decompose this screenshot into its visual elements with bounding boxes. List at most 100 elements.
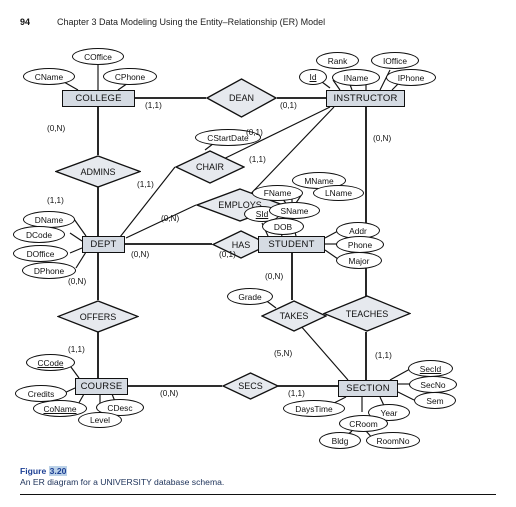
- attribute-label: CPhone: [114, 71, 146, 82]
- cardinality-value: (0,N): [47, 124, 66, 133]
- attribute-phone[interactable]: Phone: [336, 236, 384, 253]
- attribute-label: IOffice: [382, 55, 408, 66]
- attribute-fname[interactable]: FName: [252, 185, 303, 201]
- attribute-label: Bldg: [331, 435, 349, 446]
- attribute-label: Rank: [327, 55, 348, 66]
- attribute-sem[interactable]: Sem: [414, 392, 456, 409]
- attribute-label: Phone: [347, 239, 373, 250]
- cardinality-dept-offers: (0,N): [68, 277, 86, 286]
- figure-caption: Figure 3.20 An ER diagram for a UNIVERSI…: [20, 466, 224, 487]
- cardinality-value: (1,1): [249, 155, 266, 164]
- cardinality-dean-instructor: (0,1): [280, 101, 297, 110]
- cardinality-value: (1,1): [47, 196, 64, 205]
- cardinality-value: (0,N): [131, 250, 150, 259]
- entity-label: COLLEGE: [75, 93, 122, 104]
- cardinality-instructor-teaches: (0,N): [373, 134, 391, 143]
- attribute-label: LName: [325, 188, 352, 198]
- attribute-doffice[interactable]: DOffice: [13, 245, 68, 262]
- attribute-secno[interactable]: SecNo: [409, 376, 457, 393]
- diagram-connector-lines: [61, 62, 415, 442]
- attribute-coname[interactable]: CoName: [33, 400, 87, 417]
- attribute-coffice[interactable]: COffice: [72, 48, 124, 65]
- attribute-major[interactable]: Major: [336, 252, 382, 269]
- attribute-daystime[interactable]: DaysTime: [283, 400, 345, 417]
- attribute-label: DCode: [25, 229, 53, 240]
- attribute-ccode[interactable]: CCode: [26, 354, 75, 371]
- attribute-sname[interactable]: SName: [269, 202, 320, 219]
- cardinality-value: (5,N): [274, 349, 293, 358]
- attribute-label: DaysTime: [295, 403, 333, 414]
- attribute-dob[interactable]: DOB: [262, 218, 304, 235]
- attribute-label: MName: [304, 175, 334, 186]
- attribute-label: Level: [89, 415, 111, 425]
- attribute-label: Sem: [426, 395, 444, 406]
- attribute-label: DOffice: [26, 248, 55, 259]
- cardinality-value: (0,N): [161, 214, 180, 223]
- attribute-label: COffice: [84, 51, 112, 62]
- attribute-secid[interactable]: SecId: [408, 360, 453, 377]
- attribute-label: Year: [380, 407, 398, 418]
- cardinality-offers-course: (1,1): [68, 345, 85, 354]
- attribute-croom[interactable]: CRoom: [339, 415, 388, 432]
- attribute-bldg[interactable]: Bldg: [319, 432, 361, 449]
- er-diagram-page: 94 Chapter 3 Data Modeling Using the Ent…: [0, 0, 516, 507]
- cardinality-has-student: (0,1): [219, 250, 236, 259]
- cardinality-teaches-section: (1,1): [375, 351, 392, 360]
- attribute-label: DPhone: [33, 265, 65, 276]
- entity-dept[interactable]: DEPT: [82, 236, 125, 253]
- attribute-label: SecNo: [420, 379, 446, 390]
- attribute-rank[interactable]: Rank: [316, 52, 359, 69]
- attribute-ioffice[interactable]: IOffice: [371, 52, 419, 69]
- cardinality-has-dept: (0,N): [131, 250, 149, 259]
- cardinality-college-admins: (0,N): [47, 124, 65, 133]
- attribute-level[interactable]: Level: [78, 412, 122, 428]
- attribute-label: Addr: [349, 225, 367, 236]
- entity-instructor[interactable]: INSTRUCTOR: [326, 90, 405, 107]
- entity-label: DEPT: [90, 239, 117, 250]
- attribute-cname[interactable]: CName: [23, 68, 75, 85]
- entity-college[interactable]: COLLEGE: [62, 90, 135, 107]
- attribute-label: CoName: [43, 403, 77, 414]
- attribute-lname[interactable]: LName: [313, 185, 364, 201]
- figure-number: 3.20: [48, 466, 68, 476]
- figure-word: Figure: [20, 466, 47, 476]
- cardinality-value: (0,1): [219, 250, 236, 259]
- attribute-roomno[interactable]: RoomNo: [366, 432, 420, 449]
- attribute-label: DName: [34, 214, 64, 225]
- attribute-id[interactable]: Id: [299, 69, 327, 85]
- caption-rule: [20, 494, 496, 496]
- cardinality-value: (1,1): [137, 180, 154, 189]
- attribute-iname[interactable]: IName: [332, 69, 380, 86]
- entity-course[interactable]: COURSE: [75, 378, 128, 395]
- attribute-label: Grade: [238, 291, 262, 302]
- cardinality-value: (0,N): [68, 277, 87, 286]
- cardinality-value: (1,1): [375, 351, 392, 360]
- attribute-label: Credits: [27, 388, 55, 399]
- attribute-iphone[interactable]: IPhone: [386, 69, 436, 86]
- cardinality-course-secs: (0,N): [160, 389, 178, 398]
- cardinality-value: (0,N): [160, 389, 179, 398]
- cardinality-takes-section: (5,N): [274, 349, 292, 358]
- attribute-label: SId: [255, 209, 269, 219]
- cardinality-value: (1,1): [288, 389, 305, 398]
- cardinality-employs-dept: (0,N): [161, 214, 179, 223]
- cardinality-value: (0,N): [373, 134, 392, 143]
- attribute-grade[interactable]: Grade: [227, 288, 273, 305]
- cardinality-value: (0,N): [265, 272, 284, 281]
- cardinality-employs-instructor: (1,1): [249, 155, 266, 164]
- attribute-label: CDesc: [107, 402, 133, 413]
- entity-label: INSTRUCTOR: [333, 93, 398, 104]
- entity-section[interactable]: SECTION: [338, 380, 398, 397]
- cardinality-value: (1,1): [68, 345, 85, 354]
- cardinality-student-takes: (0,N): [265, 272, 283, 281]
- attribute-label: SName: [280, 205, 309, 216]
- cardinality-value: (1,1): [145, 101, 162, 110]
- attribute-cphone[interactable]: CPhone: [103, 68, 157, 85]
- cardinality-chair-dept: (1,1): [137, 180, 154, 189]
- attribute-dcode[interactable]: DCode: [13, 226, 65, 243]
- cardinality-value: (0,1): [280, 101, 297, 110]
- attribute-label: Id: [309, 72, 317, 82]
- entity-label: SECTION: [346, 383, 390, 394]
- cardinality-college-dean: (1,1): [145, 101, 162, 110]
- entity-student[interactable]: STUDENT: [258, 236, 325, 253]
